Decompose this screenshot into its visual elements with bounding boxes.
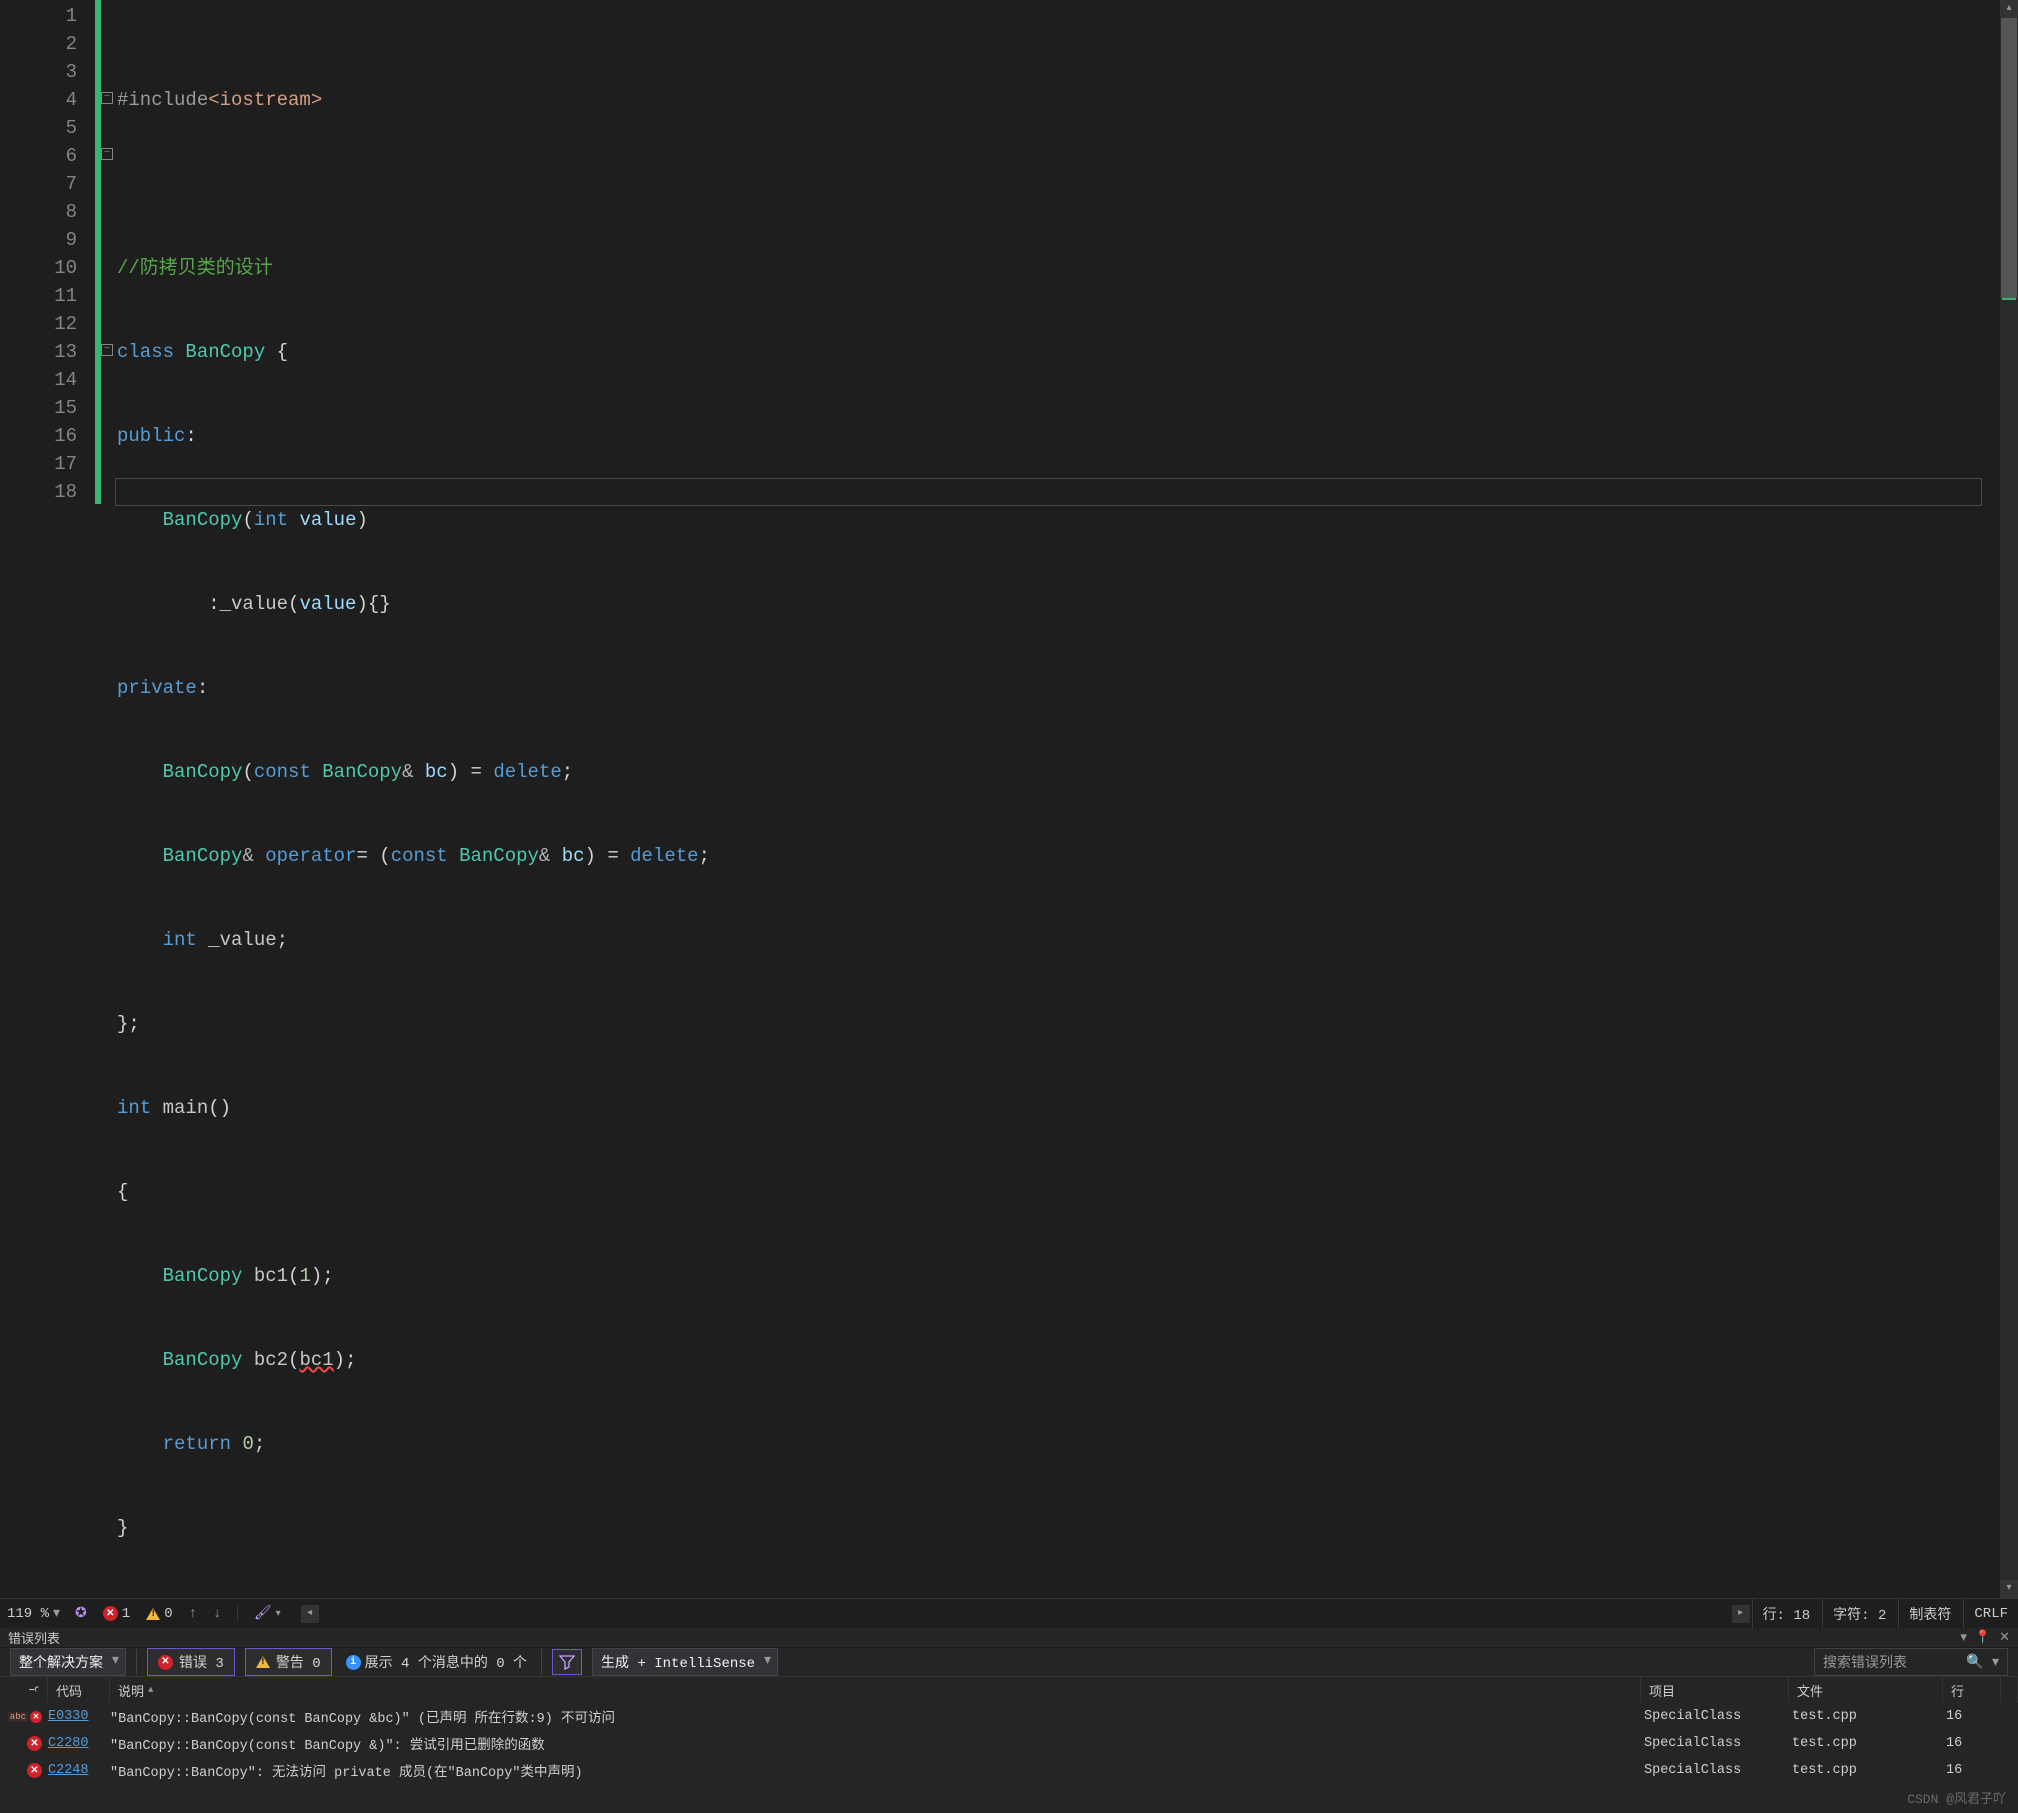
watermark: CSDN @风君子吖: [1907, 1788, 2006, 1807]
panel-title: 错误列表: [8, 1628, 1960, 1647]
source-combo[interactable]: 生成 + IntelliSense: [592, 1648, 778, 1676]
code-editor[interactable]: 123456789101112131415161718 − − − #inclu…: [0, 0, 2018, 1598]
zoom-level[interactable]: 119 % ▾: [4, 1604, 63, 1623]
funnel-icon: [559, 1654, 575, 1670]
error-code-link[interactable]: C2280: [48, 1736, 110, 1751]
error-list-header: 错误列表 ▾ 📍 ✕: [0, 1628, 2018, 1647]
error-row[interactable]: abc✕ E0330 "BanCopy::BanCopy(const BanCo…: [0, 1703, 2018, 1730]
next-issue-button[interactable]: ↓: [209, 1606, 225, 1622]
line-number-gutter: 123456789101112131415161718: [0, 0, 95, 1598]
current-line-highlight: [115, 478, 1982, 506]
indent-mode[interactable]: 制表符: [1898, 1599, 1961, 1629]
scroll-down-button[interactable]: ▾: [2000, 1580, 2018, 1598]
search-error-list[interactable]: 搜索错误列表🔍 ▾: [1814, 1648, 2008, 1676]
scroll-left-button[interactable]: ◂: [301, 1605, 319, 1623]
warning-count[interactable]: 0: [142, 1606, 176, 1622]
error-row[interactable]: ✕ C2280 "BanCopy::BanCopy(const BanCopy …: [0, 1730, 2018, 1757]
sort-asc-icon: ▲: [148, 1685, 153, 1695]
code-area[interactable]: #include<iostream> //防拷贝类的设计 class BanCo…: [115, 0, 2000, 1598]
error-icon: ✕: [27, 1736, 42, 1751]
editor-statusbar: 119 % ▾ ✪ ✕1 0 ↑ ↓ │ 🖌 ▾ ◂ ▸ 行: 18 字符: 2…: [0, 1598, 2018, 1628]
col-icon[interactable]: ⎯ꜥ: [0, 1677, 48, 1703]
error-row[interactable]: ✕ C2248 "BanCopy::BanCopy": 无法访问 private…: [0, 1757, 2018, 1784]
vertical-scrollbar[interactable]: ▴ ▾: [2000, 0, 2018, 1598]
prev-issue-button[interactable]: ↑: [185, 1606, 201, 1622]
fold-toggle[interactable]: −: [101, 344, 113, 356]
build-intellisense-filter[interactable]: [552, 1649, 582, 1675]
panel-dropdown-button[interactable]: ▾: [1960, 1630, 1967, 1645]
error-code-link[interactable]: E0330: [48, 1709, 110, 1724]
fold-column: − − −: [101, 0, 115, 1598]
warnings-filter-button[interactable]: 警告 0: [245, 1648, 332, 1676]
cursor-char-indicator[interactable]: 字符: 2: [1822, 1599, 1896, 1629]
error-list-toolbar: 整个解决方案 ✕错误 3 警告 0 i展示 4 个消息中的 0 个 生成 + I…: [0, 1647, 2018, 1676]
search-icon: 🔍 ▾: [1966, 1654, 1999, 1671]
error-table-header: ⎯ꜥ 代码 说明▲ 项目 文件 行: [0, 1676, 2018, 1703]
scope-combo[interactable]: 整个解决方案: [10, 1648, 126, 1676]
code-cleanup-button[interactable]: 🖌 ▾: [250, 1605, 285, 1622]
panel-close-button[interactable]: ✕: [1999, 1630, 2010, 1645]
col-project[interactable]: 项目: [1641, 1677, 1789, 1703]
fold-toggle[interactable]: −: [101, 148, 113, 160]
scrollbar-thumb[interactable]: [2001, 18, 2017, 298]
col-desc[interactable]: 说明▲: [110, 1677, 1641, 1703]
col-code[interactable]: 代码: [48, 1677, 110, 1703]
line-ending-mode[interactable]: CRLF: [1963, 1599, 2018, 1629]
error-table-body: abc✕ E0330 "BanCopy::BanCopy(const BanCo…: [0, 1703, 2018, 1813]
error-squiggle: bc1: [299, 1349, 333, 1371]
errors-filter-button[interactable]: ✕错误 3: [147, 1648, 235, 1676]
error-count[interactable]: ✕1: [99, 1606, 134, 1622]
error-icon: ✕: [27, 1763, 42, 1778]
col-line[interactable]: 行: [1943, 1677, 2001, 1703]
intellisense-error-icon: abc: [8, 1712, 28, 1722]
cursor-line-indicator[interactable]: 行: 18: [1752, 1599, 1821, 1629]
intellicode-icon[interactable]: ✪: [71, 1605, 91, 1622]
scroll-up-button[interactable]: ▴: [2000, 0, 2018, 18]
col-file[interactable]: 文件: [1789, 1677, 1943, 1703]
error-code-link[interactable]: C2248: [48, 1763, 110, 1778]
fold-toggle[interactable]: −: [101, 92, 113, 104]
scroll-right-button[interactable]: ▸: [1732, 1605, 1750, 1623]
panel-pin-button[interactable]: 📍: [1975, 1630, 1991, 1645]
messages-filter-button[interactable]: i展示 4 个消息中的 0 个: [342, 1652, 531, 1672]
